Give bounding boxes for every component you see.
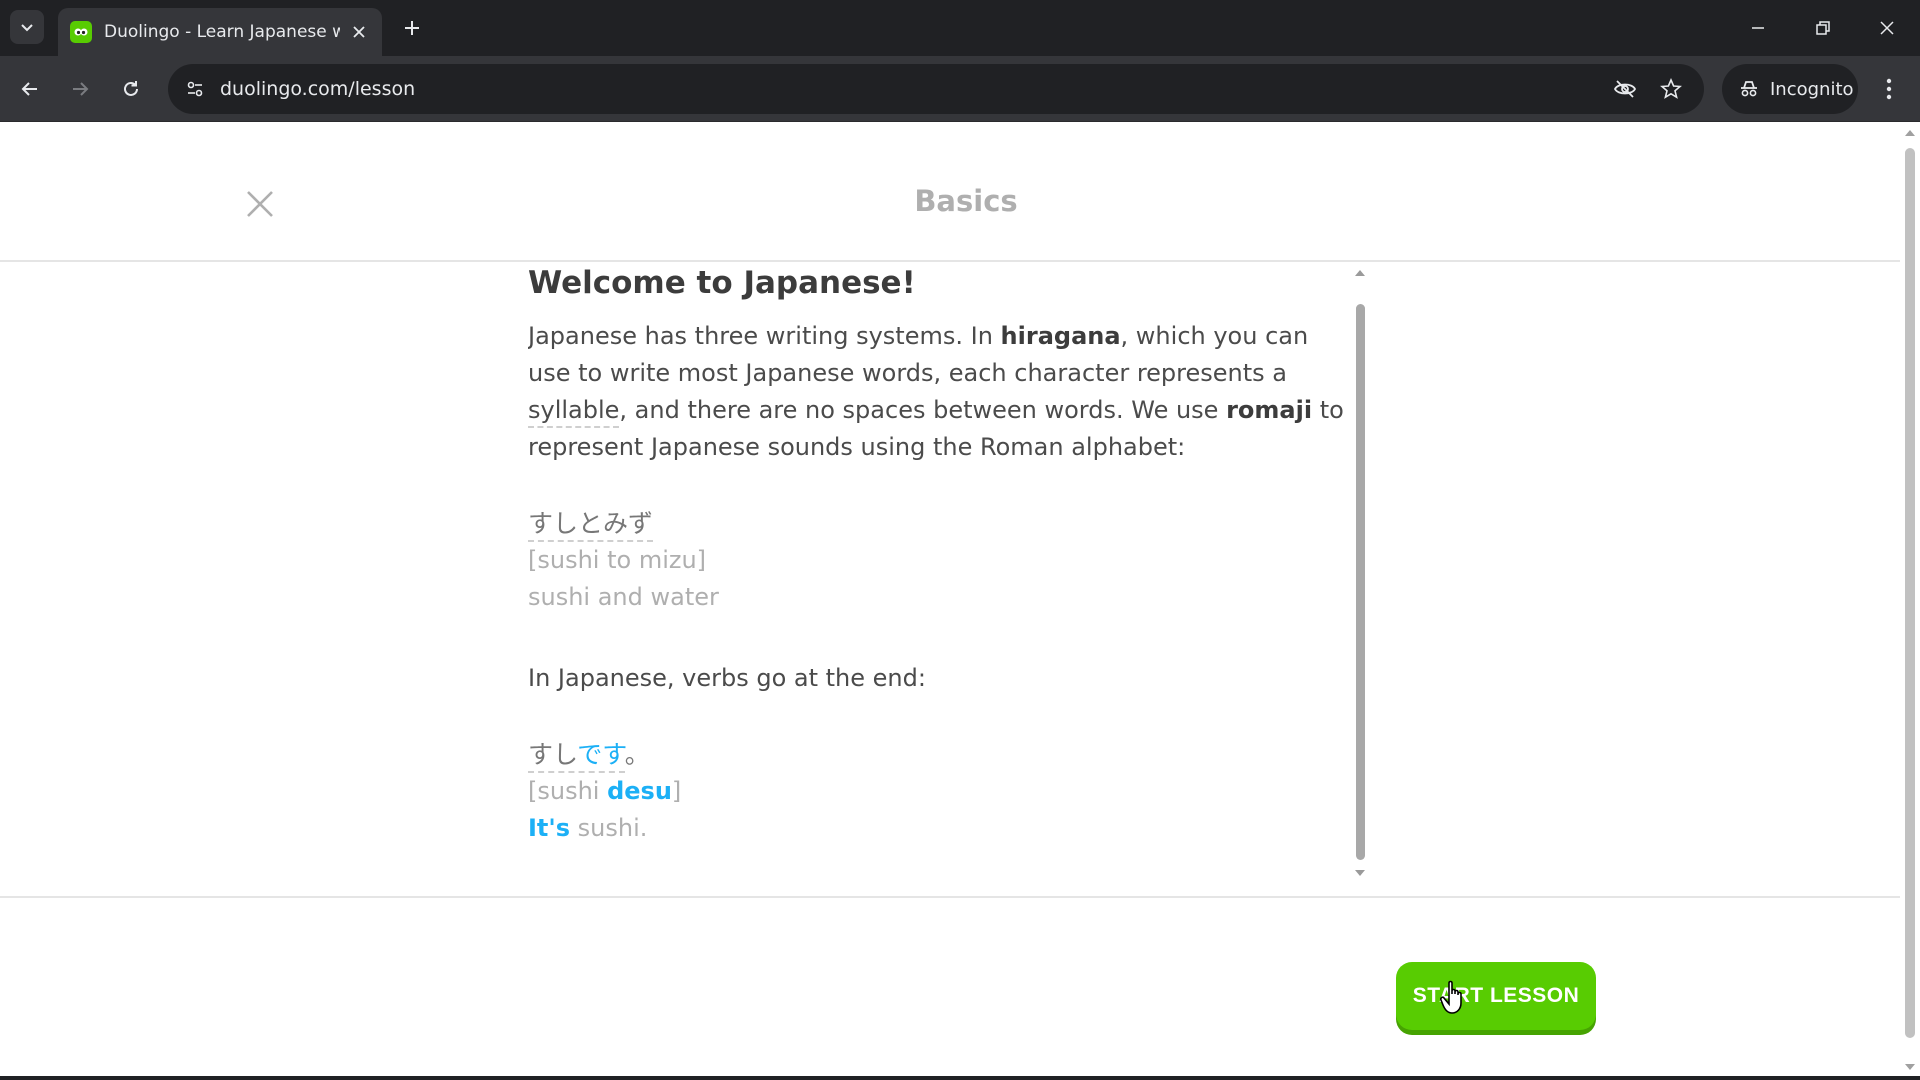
example2-english: It's sushi. xyxy=(528,810,1348,847)
site-settings-button[interactable] xyxy=(180,74,210,104)
lesson-title: Basics xyxy=(914,184,1018,218)
active-tab[interactable]: Duolingo - Learn Japanese with xyxy=(58,8,382,56)
footer-divider xyxy=(0,896,1900,898)
tab-close-button[interactable] xyxy=(348,21,370,43)
verbs-paragraph: In Japanese, verbs go at the end: xyxy=(528,664,926,692)
hiragana-term: hiragana xyxy=(1000,322,1121,350)
duolingo-favicon xyxy=(70,21,92,43)
start-lesson-button[interactable]: START LESSON xyxy=(1396,962,1596,1030)
page-scroll-up-icon xyxy=(1905,130,1915,136)
plus-icon xyxy=(405,21,419,35)
browser-tab-bar: Duolingo - Learn Japanese with xyxy=(0,0,1920,56)
tips-scrollbar[interactable] xyxy=(1352,268,1368,882)
minimize-button[interactable] xyxy=(1733,8,1783,48)
hand-pointer-icon xyxy=(1440,980,1462,1014)
example2-jp-end: 。 xyxy=(624,740,650,769)
example2-romaji: [sushi desu] xyxy=(528,773,1348,810)
window-close-icon xyxy=(1880,21,1894,35)
back-button[interactable] xyxy=(14,73,46,105)
tab-search-button[interactable] xyxy=(10,10,44,44)
tracking-protection-button[interactable] xyxy=(1610,74,1640,104)
back-arrow-icon xyxy=(21,82,37,96)
site-settings-icon xyxy=(187,81,203,97)
example2-romaji-close: ] xyxy=(671,777,682,805)
example2-english-highlight: It's xyxy=(528,814,571,842)
example1-romaji: [sushi to mizu] xyxy=(528,546,707,574)
restore-button[interactable] xyxy=(1798,8,1848,48)
example2-jp-plain: すし xyxy=(528,740,578,769)
incognito-label: Incognito xyxy=(1770,78,1854,100)
bookmark-button[interactable] xyxy=(1656,74,1686,104)
scroll-down-arrow-icon xyxy=(1355,870,1365,876)
forward-arrow-icon xyxy=(73,82,89,96)
address-bar[interactable]: duolingo.com/lesson xyxy=(168,64,1704,114)
example2-english-rest: sushi. xyxy=(570,814,648,842)
close-icon xyxy=(353,26,365,38)
eye-off-icon xyxy=(1613,80,1637,98)
example-sushi-and-water: すしとみず [sushi to mizu] sushi and water xyxy=(528,506,1348,616)
new-tab-button[interactable] xyxy=(398,14,426,42)
window-close-button[interactable] xyxy=(1862,8,1912,48)
intro-paragraph: Japanese has three writing systems. In h… xyxy=(528,318,1348,466)
reload-icon xyxy=(124,81,138,96)
intro-text-3: , and there are no spaces between words.… xyxy=(619,396,1227,424)
scroll-up-arrow-icon xyxy=(1355,270,1365,276)
example2-japanese[interactable]: すしです xyxy=(528,740,625,773)
forward-button[interactable] xyxy=(64,73,96,105)
url-text[interactable]: duolingo.com/lesson xyxy=(220,64,415,114)
intro-text-1: Japanese has three writing systems. In xyxy=(528,322,1001,350)
example1-japanese[interactable]: すしとみず xyxy=(528,509,654,542)
incognito-indicator[interactable]: Incognito xyxy=(1722,64,1858,114)
example-its-sushi: すしです。 [sushi desu] It's sushi. xyxy=(528,737,1348,847)
bottom-edge xyxy=(0,1076,1920,1080)
chevron-down-icon xyxy=(21,24,33,32)
incognito-icon xyxy=(1741,81,1757,97)
lesson-page: Basics Welcome to Japanese! Japanese has… xyxy=(0,122,1920,1080)
romaji-term: romaji xyxy=(1226,396,1313,424)
example1-english: sushi and water xyxy=(528,583,719,611)
tab-title: Duolingo - Learn Japanese with xyxy=(104,22,340,42)
reload-button[interactable] xyxy=(115,73,147,105)
browser-toolbar: duolingo.com/lesson Incognito xyxy=(0,56,1920,122)
page-scroll-down-icon xyxy=(1905,1064,1915,1070)
example2-romaji-open: [sushi xyxy=(528,777,608,805)
star-icon xyxy=(1660,78,1682,99)
example2-romaji-highlight: desu xyxy=(607,777,672,805)
tips-content: Welcome to Japanese! Japanese has three … xyxy=(528,262,1348,874)
page-scrollbar-thumb[interactable] xyxy=(1905,148,1915,1038)
minimize-icon xyxy=(1752,27,1764,29)
page-scrollbar[interactable] xyxy=(1900,122,1920,1080)
tips-scrollbar-thumb[interactable] xyxy=(1356,304,1365,860)
example2-jp-highlight: です xyxy=(577,740,625,769)
restore-icon xyxy=(1816,21,1830,35)
syllable-term[interactable]: syllable xyxy=(528,396,620,428)
browser-menu-button[interactable] xyxy=(1874,73,1904,105)
tips-heading: Welcome to Japanese! xyxy=(528,265,916,301)
more-vert-icon xyxy=(1886,78,1892,100)
